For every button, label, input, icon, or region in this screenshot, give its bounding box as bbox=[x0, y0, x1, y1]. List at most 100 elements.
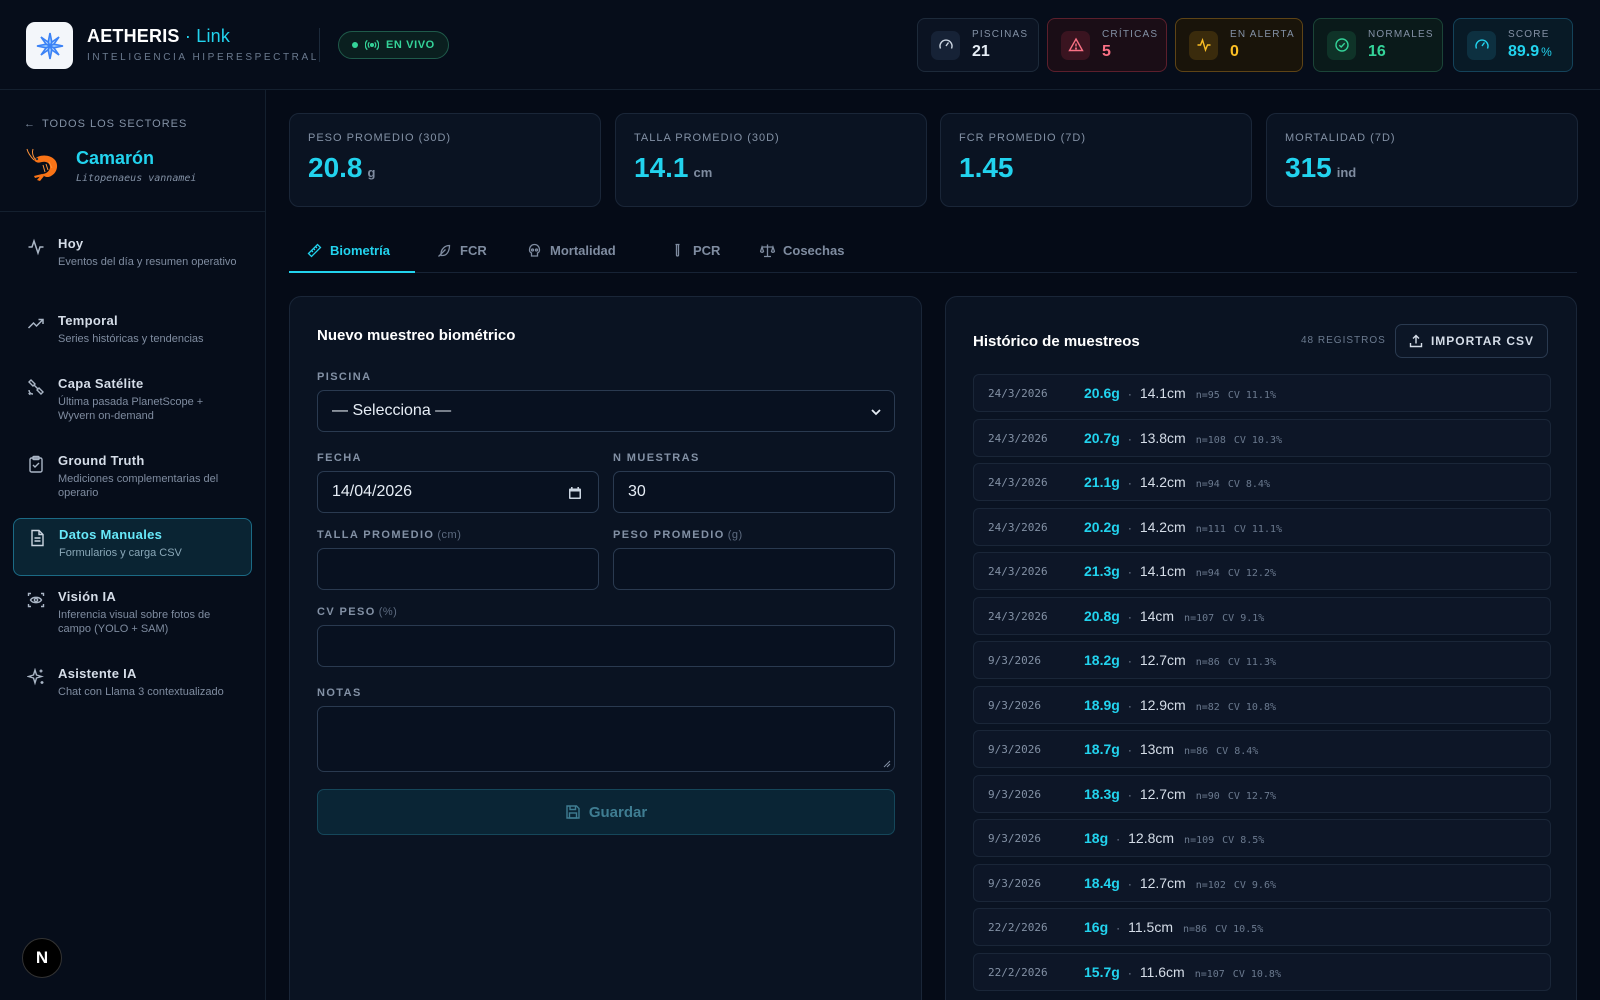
tab-label: FCR bbox=[460, 243, 487, 258]
piscina-select[interactable]: — Selecciona — bbox=[317, 390, 895, 432]
header-divider bbox=[319, 28, 320, 62]
row-cv: CV 9.6% bbox=[1233, 879, 1276, 891]
row-date: 24/3/2026 bbox=[988, 431, 1048, 445]
biometric-form-panel: Nuevo muestreo biométrico PISCINA — Sele… bbox=[289, 296, 922, 1000]
import-csv-button[interactable]: IMPORTAR CSV bbox=[1395, 324, 1548, 358]
history-row[interactable]: 22/2/2026 15.7g · 11.6cm n=107 CV 10.8% bbox=[973, 952, 1551, 993]
history-row[interactable]: 9/3/2026 18.2g · 12.7cm n=86 CV 11.3% bbox=[973, 641, 1551, 679]
separator-dot: · bbox=[1127, 743, 1132, 757]
tab-label: Cosechas bbox=[783, 243, 845, 258]
app-logo[interactable] bbox=[26, 22, 73, 69]
history-row[interactable]: 24/3/2026 20.8g · 14cm n=107 CV 9.1% bbox=[973, 596, 1551, 635]
kpi-value: 20.8 g bbox=[308, 152, 376, 183]
row-n: n=94 bbox=[1195, 568, 1220, 579]
stat-normales[interactable]: NORMALES 16 bbox=[1313, 18, 1443, 72]
stat-criticas[interactable]: CRÍTICAS 5 bbox=[1047, 18, 1167, 72]
sidebar-item-ground-truth[interactable]: Ground Truth Mediciones complementarias … bbox=[13, 445, 252, 503]
history-row[interactable]: 9/3/2026 18.4g · 12.7cm n=102 CV 9.6% bbox=[973, 863, 1551, 902]
row-date: 24/3/2026 bbox=[988, 565, 1048, 578]
history-row[interactable]: 24/3/2026 21.1g · 14.2cm n=94 CV 8.4% bbox=[973, 463, 1551, 501]
history-row[interactable]: 9/3/2026 18.3g · 12.7cm n=90 CV 12.7% bbox=[973, 774, 1551, 813]
satellite-icon bbox=[28, 379, 44, 396]
separator-dot: · bbox=[1116, 832, 1121, 846]
separator-dot: · bbox=[1127, 476, 1132, 490]
sidebar-item-datos-manuales[interactable]: Datos Manuales Formularios y carga CSV bbox=[13, 518, 252, 576]
sidebar-item-vision-ia[interactable]: Visión IA Inferencia visual sobre fotos … bbox=[13, 581, 252, 639]
row-values: 20.2g · 14.2cm n=111 CV 11.1% bbox=[1084, 509, 1282, 548]
separator-dot: · bbox=[1127, 609, 1132, 624]
row-length: 12.7cm bbox=[1139, 785, 1186, 802]
tab-biometria[interactable]: Biometría bbox=[307, 228, 390, 273]
row-values: 18g · 12.8cm n=109 CV 8.5% bbox=[1084, 820, 1264, 859]
cv-peso-input[interactable] bbox=[317, 625, 895, 667]
brand-subtitle: INTELIGENCIA HIPERESPECTRAL bbox=[87, 52, 319, 63]
row-cv: CV 8.4% bbox=[1216, 746, 1259, 757]
sidebar-item-subtitle: Mediciones complementarias del operario bbox=[58, 473, 219, 499]
sidebar-item-title: Temporal bbox=[58, 313, 118, 328]
sidebar-item-asistente-ia[interactable]: Asistente IA Chat con Llama 3 contextual… bbox=[13, 658, 252, 716]
n-muestras-label: N MUESTRAS bbox=[613, 452, 700, 464]
tab-pcr[interactable]: PCR bbox=[670, 228, 720, 273]
history-row[interactable]: 24/3/2026 21.3g · 14.1cm n=94 CV 12.2% bbox=[973, 552, 1551, 590]
save-button[interactable]: Guardar bbox=[317, 789, 895, 835]
activity-icon bbox=[28, 238, 44, 256]
stat-en-alerta[interactable]: EN ALERTA 0 bbox=[1175, 18, 1303, 72]
row-weight: 18.7g bbox=[1084, 741, 1120, 757]
stat-value: 5 bbox=[1102, 43, 1111, 60]
talla-label: TALLA PROMEDIO (cm) bbox=[317, 529, 462, 541]
row-weight: 18.2g bbox=[1084, 652, 1120, 668]
talla-input[interactable] bbox=[317, 548, 599, 590]
row-n: n=90 bbox=[1195, 790, 1220, 802]
notas-textarea[interactable] bbox=[317, 706, 895, 772]
back-to-sectors-link[interactable]: ← TODOS LOS SECTORES bbox=[24, 118, 187, 130]
tab-cosechas[interactable]: Cosechas bbox=[760, 228, 844, 273]
peso-input[interactable] bbox=[613, 548, 895, 590]
stat-label: EN ALERTA bbox=[1230, 29, 1295, 40]
row-length: 12.8cm bbox=[1128, 830, 1175, 846]
history-row[interactable]: 9/3/2026 18g · 12.8cm n=109 CV 8.5% bbox=[973, 819, 1551, 857]
history-row[interactable]: 9/3/2026 18.9g · 12.9cm n=82 CV 10.8% bbox=[973, 685, 1551, 724]
history-row[interactable]: 24/3/2026 20.7g · 13.8cm n=108 CV 10.3% bbox=[973, 418, 1551, 457]
row-values: 18.2g · 12.7cm n=86 CV 11.3% bbox=[1084, 642, 1276, 681]
sidebar-item-subtitle: Formularios y carga CSV bbox=[59, 547, 182, 559]
history-row[interactable]: 9/3/2026 18.7g · 13cm n=86 CV 8.4% bbox=[973, 730, 1551, 768]
history-row[interactable]: 24/3/2026 20.6g · 14.1cm n=95 CV 11.1% bbox=[973, 374, 1551, 412]
sidebar-item-subtitle: Series históricas y tendencias bbox=[58, 333, 204, 345]
kpi-value: 14.1 cm bbox=[634, 152, 713, 183]
row-date: 24/3/2026 bbox=[988, 609, 1048, 623]
next-dev-badge[interactable]: N bbox=[22, 938, 62, 978]
stat-piscinas[interactable]: PISCINAS 21 bbox=[917, 18, 1039, 72]
history-row[interactable]: 24/3/2026 20.2g · 14.2cm n=111 CV 11.1% bbox=[973, 507, 1551, 548]
sidebar-item-temporal[interactable]: Temporal Series históricas y tendencias bbox=[13, 305, 252, 363]
fecha-input[interactable]: 14/04/2026 bbox=[317, 471, 599, 513]
active-tab-indicator bbox=[289, 271, 415, 273]
row-date: 9/3/2026 bbox=[988, 876, 1041, 890]
row-weight: 20.8g bbox=[1084, 607, 1120, 624]
row-cv: CV 9.1% bbox=[1222, 612, 1265, 624]
sidebar-item-hoy[interactable]: Hoy Eventos del día y resumen operativo bbox=[13, 228, 252, 286]
sidebar-item-subtitle: Eventos del día y resumen operativo bbox=[58, 256, 237, 268]
tab-fcr[interactable]: FCR bbox=[437, 228, 487, 273]
sidebar-item-capa-satelite[interactable]: Capa Satélite Última pasada PlanetScope … bbox=[13, 368, 252, 426]
row-cv: CV 8.4% bbox=[1227, 479, 1270, 490]
row-length: 12.7cm bbox=[1139, 652, 1186, 668]
row-date: 24/3/2026 bbox=[988, 387, 1048, 400]
calendar-icon[interactable] bbox=[568, 486, 582, 500]
row-weight: 18.9g bbox=[1084, 696, 1120, 713]
resize-handle-icon[interactable] bbox=[883, 760, 891, 768]
stat-score[interactable]: SCORE 89.9% bbox=[1453, 18, 1573, 72]
tab-label: Biometría bbox=[330, 243, 390, 258]
sidebar-item-title: Ground Truth bbox=[58, 453, 145, 468]
row-values: 15.7g · 11.6cm n=107 CV 10.8% bbox=[1084, 954, 1281, 993]
back-label: TODOS LOS SECTORES bbox=[42, 118, 188, 130]
tab-mortalidad[interactable]: Mortalidad bbox=[527, 228, 616, 273]
kpi-talla-promedio: TALLA PROMEDIO (30D) 14.1 cm bbox=[615, 113, 927, 207]
snowflake-star-icon bbox=[36, 32, 63, 59]
separator-dot: · bbox=[1127, 965, 1132, 980]
row-length: 14.2cm bbox=[1139, 518, 1186, 535]
n-muestras-input[interactable]: 30 bbox=[613, 471, 895, 513]
history-row[interactable]: 22/2/2026 16g · 11.5cm n=86 CV 10.5% bbox=[973, 908, 1551, 946]
warning-triangle-icon bbox=[1061, 30, 1090, 60]
test-tube-icon bbox=[675, 243, 680, 257]
form-title: Nuevo muestreo biométrico bbox=[317, 327, 516, 344]
